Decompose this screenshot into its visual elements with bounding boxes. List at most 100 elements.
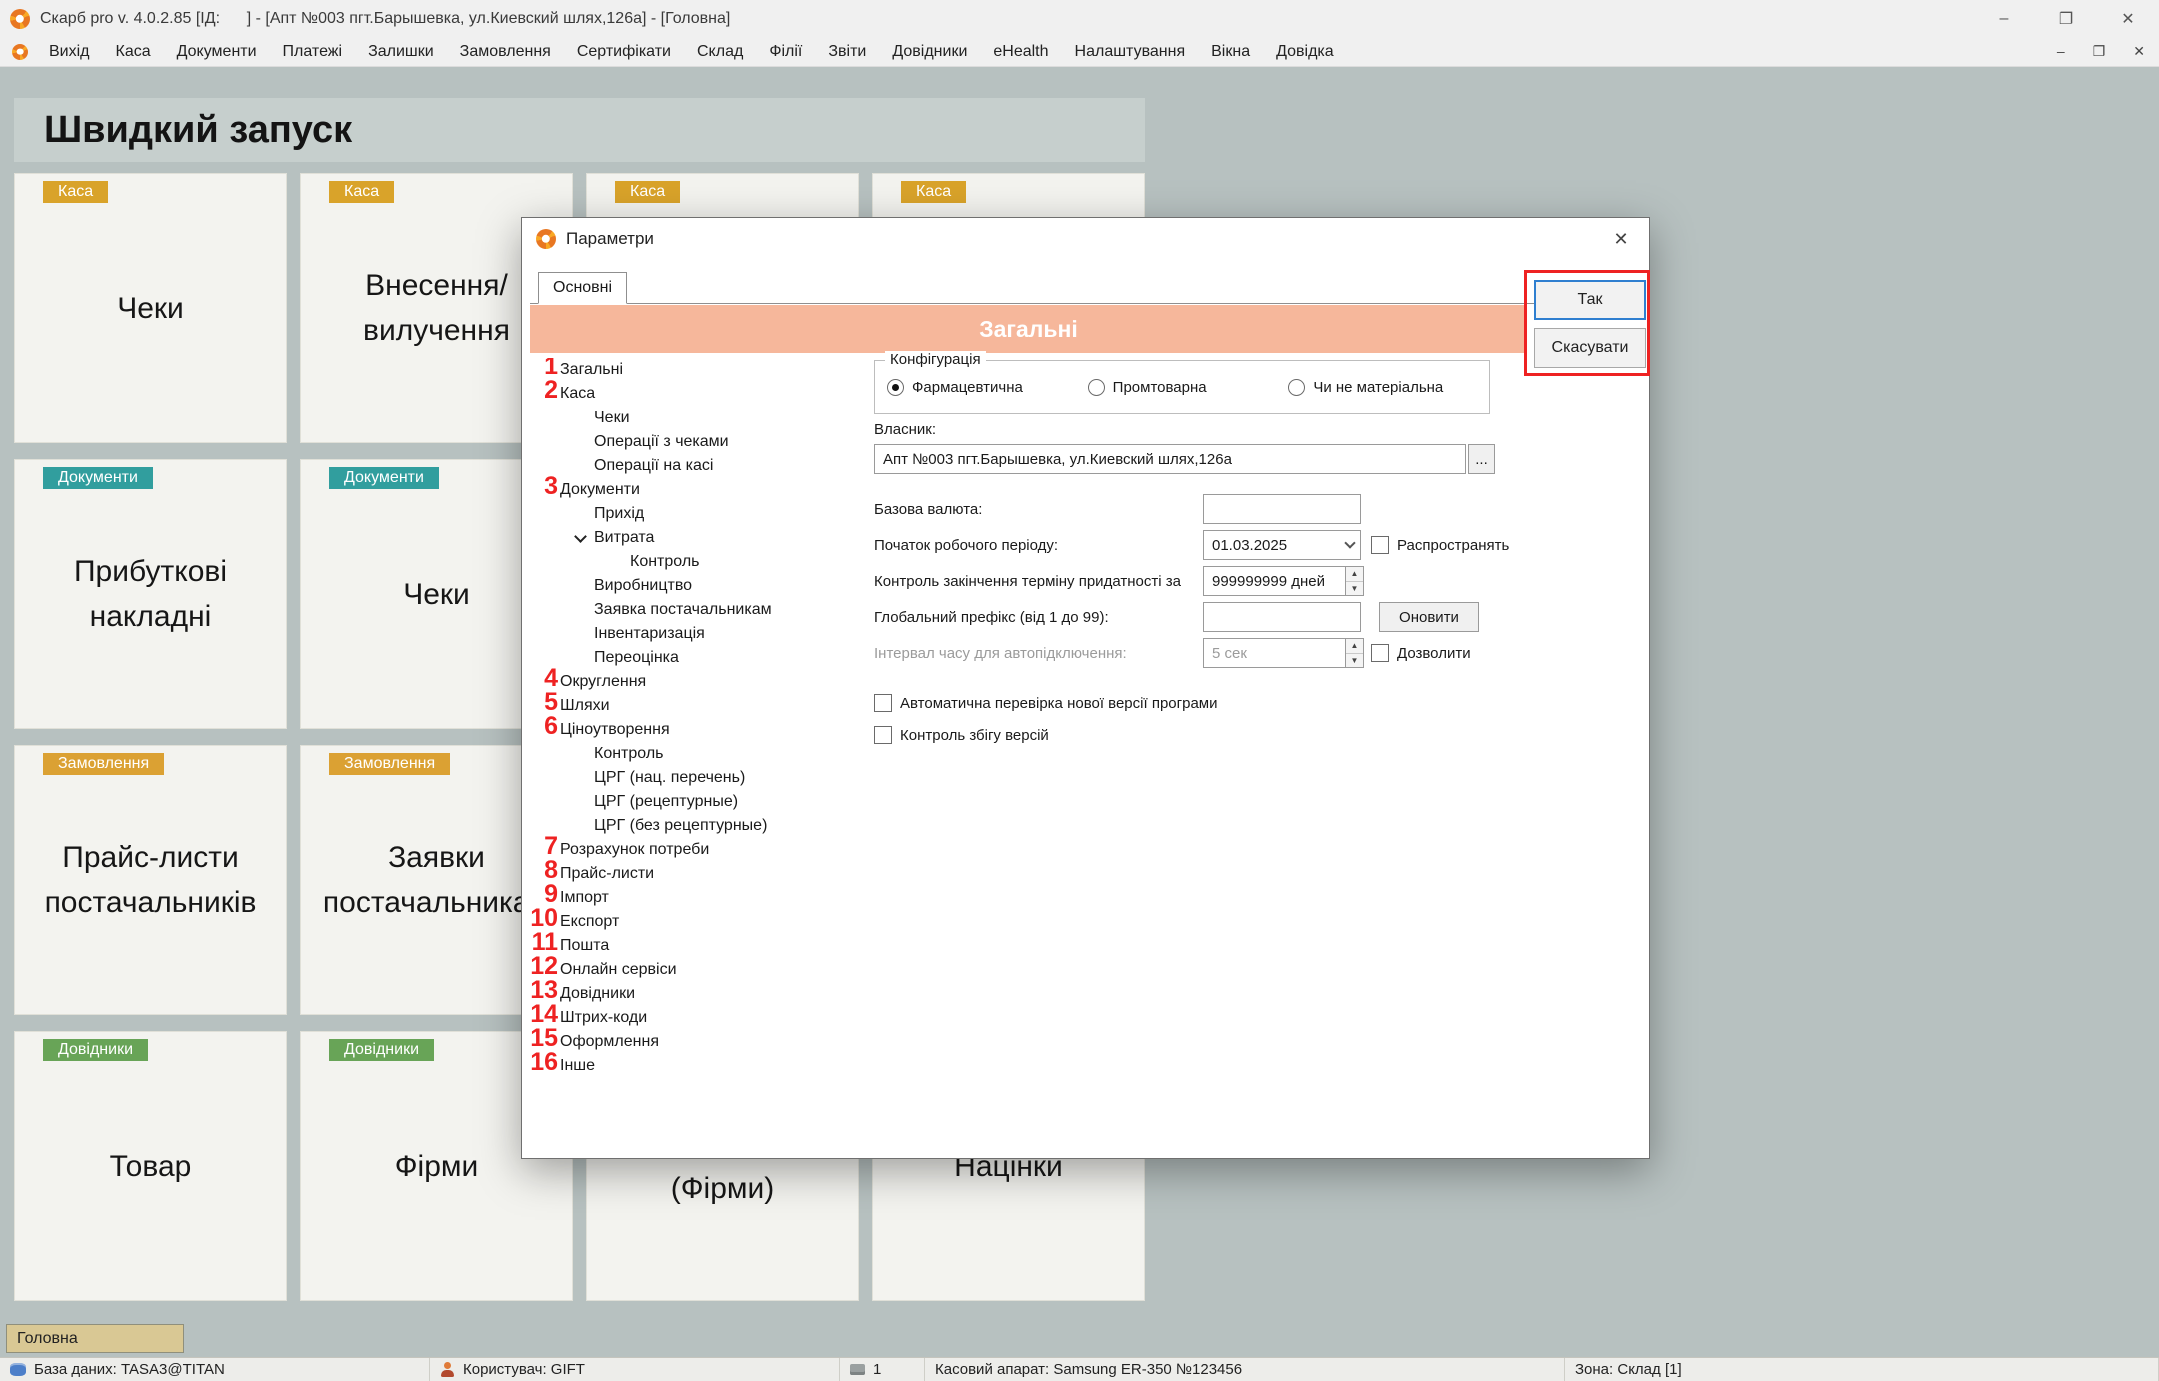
radio-option[interactable]: Промтоварна bbox=[1088, 379, 1289, 396]
close-button[interactable]: ✕ bbox=[2097, 0, 2159, 37]
restore-button[interactable]: ❐ bbox=[2035, 0, 2097, 37]
tree-item[interactable]: ЦРГ (без рецептурные) bbox=[530, 814, 860, 838]
mdi-restore-button[interactable]: ❐ bbox=[2093, 43, 2106, 60]
menu-item[interactable]: Довідка bbox=[1263, 43, 1347, 61]
menu-item[interactable]: Платежі bbox=[270, 43, 356, 61]
spin-up-icon[interactable] bbox=[1346, 567, 1363, 582]
menu-bar: ВихідКасаДокументиПлатежіЗалишкиЗамовлен… bbox=[0, 37, 2159, 67]
combobox-value: 01.03.2025 bbox=[1212, 537, 1287, 554]
config-group-label: Конфігурація bbox=[885, 351, 986, 368]
tree-item[interactable]: 7 Розрахунок потреби bbox=[530, 838, 860, 862]
parameters-dialog: Параметри ✕ Основні Загальні Так Скасува… bbox=[521, 217, 1650, 1159]
version-match-checkbox[interactable]: Контроль збігу версій bbox=[874, 726, 1049, 744]
chevron-down-icon[interactable] bbox=[574, 530, 587, 543]
owner-input[interactable] bbox=[874, 444, 1466, 474]
menu-item[interactable]: Склад bbox=[684, 43, 756, 61]
window-titlebar[interactable]: Скарб pro v. 4.0.2.85 [ІД: ] - [Апт №003… bbox=[0, 0, 2159, 37]
refresh-button[interactable]: Оновити bbox=[1379, 602, 1479, 632]
tree-item[interactable]: 3 Документи bbox=[530, 478, 860, 502]
check-new-version-checkbox[interactable]: Автоматична перевірка нової версії прогр… bbox=[874, 694, 1217, 712]
spin-down-icon[interactable] bbox=[1346, 582, 1363, 596]
dialog-titlebar[interactable]: Параметри ✕ bbox=[522, 218, 1649, 260]
menu-item[interactable]: Документи bbox=[164, 43, 270, 61]
menu-item[interactable]: eHealth bbox=[980, 43, 1061, 61]
base-currency-input[interactable] bbox=[1203, 494, 1361, 524]
tree-item-label: ЦРГ (нац. перечень) bbox=[594, 769, 745, 786]
tree-item[interactable]: ЦРГ (рецептурные) bbox=[530, 790, 860, 814]
tree-item[interactable]: 15 Оформлення bbox=[530, 1030, 860, 1054]
mdi-minimize-button[interactable]: – bbox=[2057, 43, 2065, 60]
global-prefix-label: Глобальний префікс (від 1 до 99): bbox=[874, 602, 1109, 632]
tree-item[interactable]: Операції на касі bbox=[530, 454, 860, 478]
tree-item[interactable]: Витрата bbox=[530, 526, 860, 550]
tree-item[interactable]: Контроль bbox=[530, 550, 860, 574]
tile-category-badge: Каса bbox=[901, 181, 966, 203]
tree-item[interactable]: Заявка постачальникам bbox=[530, 598, 860, 622]
quick-launch-tile[interactable]: Довідники Товар bbox=[14, 1031, 287, 1301]
tile-label: Прибуткові накладні bbox=[39, 549, 262, 639]
quick-launch-tile[interactable]: Замовлення Прайс-листи постачальників bbox=[14, 745, 287, 1015]
radio-icon bbox=[1288, 379, 1305, 396]
tree-item[interactable]: Контроль bbox=[530, 742, 860, 766]
tree-item-label: ЦРГ (рецептурные) bbox=[594, 793, 738, 810]
rasprostranyat-checkbox[interactable]: Распространять bbox=[1371, 536, 1509, 554]
owner-browse-button[interactable]: ... bbox=[1468, 444, 1495, 474]
tree-item[interactable]: 11 Пошта bbox=[530, 934, 860, 958]
radio-label: Фармацевтична bbox=[912, 379, 1023, 396]
tab-home[interactable]: Головна bbox=[6, 1324, 184, 1353]
tree-item[interactable]: 14 Штрих-коди bbox=[530, 1006, 860, 1030]
global-prefix-input[interactable] bbox=[1203, 602, 1361, 632]
tree-item[interactable]: Виробництво bbox=[530, 574, 860, 598]
radio-option[interactable]: Фармацевтична bbox=[887, 379, 1088, 396]
menu-item[interactable]: Замовлення bbox=[447, 43, 564, 61]
status-segment: Користувач: GIFT bbox=[430, 1358, 840, 1381]
menu-item[interactable]: Філії bbox=[756, 43, 815, 61]
tree-item-label: Штрих-коди bbox=[560, 1009, 647, 1026]
menu-item[interactable]: Вікна bbox=[1198, 43, 1263, 61]
tree-item[interactable]: 16 Інше bbox=[530, 1054, 860, 1078]
tab-pane-border bbox=[530, 303, 1643, 304]
config-options: Фармацевтична Промтоварна Чи не матеріал… bbox=[875, 361, 1489, 413]
tree-item[interactable]: Переоцінка bbox=[530, 646, 860, 670]
tree-item-label: Оформлення bbox=[560, 1033, 659, 1050]
autoconnect-interval-value: 5 сек bbox=[1212, 645, 1247, 662]
tree-item[interactable]: 1 Загальні bbox=[530, 358, 860, 382]
period-start-combobox[interactable]: 01.03.2025 bbox=[1203, 530, 1361, 560]
menu-item[interactable]: Вихід bbox=[36, 43, 103, 61]
autoconnect-interval-spinner[interactable] bbox=[1346, 638, 1364, 668]
menu-item[interactable]: Налаштування bbox=[1062, 43, 1199, 61]
dozvolyty-checkbox[interactable]: Дозволити bbox=[1371, 644, 1471, 662]
expiry-days-spinner[interactable] bbox=[1346, 566, 1364, 596]
menu-item[interactable]: Сертифікати bbox=[564, 43, 684, 61]
quick-launch-tile[interactable]: Документи Прибуткові накладні bbox=[14, 459, 287, 729]
tab-osnovni[interactable]: Основні bbox=[538, 272, 627, 304]
tree-item[interactable]: 8 Прайс-листи bbox=[530, 862, 860, 886]
tree-item[interactable]: Інвентаризація bbox=[530, 622, 860, 646]
minimize-button[interactable]: – bbox=[1973, 0, 2035, 37]
tree-item[interactable]: Чеки bbox=[530, 406, 860, 430]
expiry-days-input[interactable]: 999999999 дней bbox=[1203, 566, 1346, 596]
quick-launch-tile[interactable]: Каса Чеки bbox=[14, 173, 287, 443]
menu-item[interactable]: Звіти bbox=[815, 43, 879, 61]
tree-item[interactable]: Прихід bbox=[530, 502, 860, 526]
mdi-close-button[interactable]: ✕ bbox=[2133, 43, 2145, 60]
dialog-close-icon[interactable]: ✕ bbox=[1593, 218, 1649, 260]
tree-item[interactable]: 12 Онлайн сервіси bbox=[530, 958, 860, 982]
menu-item[interactable]: Залишки bbox=[355, 43, 447, 61]
tree-item[interactable]: Операції з чеками bbox=[530, 430, 860, 454]
tree-item[interactable]: 4 Округлення bbox=[530, 670, 860, 694]
radio-option[interactable]: Чи не матеріальна bbox=[1288, 379, 1489, 396]
tree-item[interactable]: 5 Шляхи bbox=[530, 694, 860, 718]
tree-item[interactable]: 13 Довідники bbox=[530, 982, 860, 1006]
tree-item-label: Онлайн сервіси bbox=[560, 961, 677, 978]
tree-item[interactable]: 9 Імпорт bbox=[530, 886, 860, 910]
tree-item[interactable]: 2 Каса bbox=[530, 382, 860, 406]
tree-item[interactable]: ЦРГ (нац. перечень) bbox=[530, 766, 860, 790]
menu-item[interactable]: Каса bbox=[103, 43, 164, 61]
ok-button[interactable]: Так bbox=[1534, 280, 1646, 320]
spin-up-icon[interactable] bbox=[1346, 639, 1363, 654]
tree-item[interactable]: 10 Експорт bbox=[530, 910, 860, 934]
spin-down-icon[interactable] bbox=[1346, 654, 1363, 668]
menu-item[interactable]: Довідники bbox=[879, 43, 980, 61]
tree-item[interactable]: 6 Ціноутворення bbox=[530, 718, 860, 742]
